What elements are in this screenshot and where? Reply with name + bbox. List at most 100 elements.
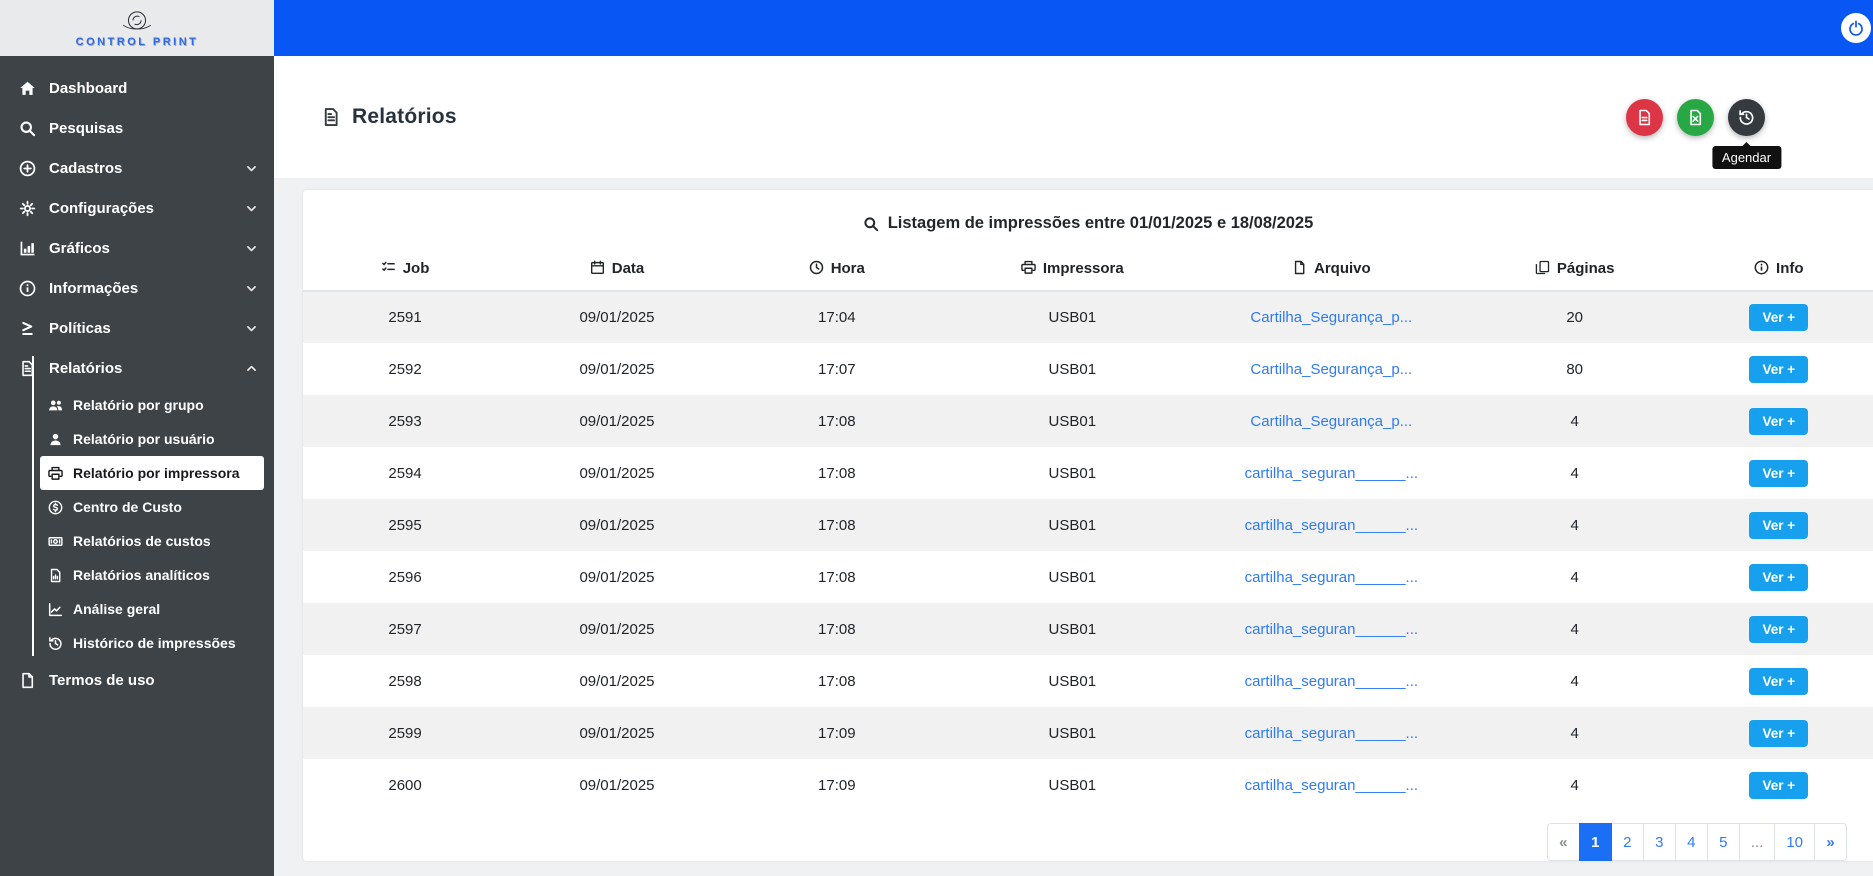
- column-label: Hora: [830, 260, 865, 277]
- file-link[interactable]: cartilha_seguran______...: [1245, 517, 1418, 534]
- plus-circle-icon: [19, 160, 36, 177]
- pages-cell: 4: [1570, 672, 1579, 690]
- pages-cell: 80: [1566, 360, 1583, 378]
- export-excel-button[interactable]: [1677, 98, 1714, 136]
- topbar: [0, 0, 1873, 56]
- ver-mais-button[interactable]: Ver +: [1749, 719, 1809, 747]
- sidebar-subitem-label: Relatório por usuário: [73, 431, 215, 447]
- money-bill-icon: [48, 534, 63, 549]
- ver-mais-button[interactable]: Ver +: [1749, 667, 1809, 695]
- info-cell: Ver +: [1685, 551, 1873, 603]
- sidebar-subitem-relatorios-analiticos[interactable]: Relatórios analíticos: [40, 558, 264, 592]
- file-link[interactable]: Cartilha_Segurança_p...: [1250, 361, 1412, 378]
- sidebar-item-informacoes[interactable]: Informações: [0, 268, 274, 308]
- file-link[interactable]: cartilha_seguran______...: [1245, 673, 1418, 690]
- file-cell: Cartilha_Segurança_p...: [1198, 291, 1465, 343]
- sidebar-item-graficos[interactable]: Gráficos: [0, 228, 274, 268]
- file-cell: cartilha_seguran______...: [1198, 707, 1465, 759]
- ver-mais-button[interactable]: Ver +: [1749, 615, 1809, 643]
- job-cell: 2598: [388, 672, 422, 690]
- column-header-info: Info: [1684, 247, 1873, 292]
- sidebar-item-pesquisas[interactable]: Pesquisas: [0, 108, 274, 148]
- sidebar-item-relatorios[interactable]: Relatórios: [0, 348, 274, 388]
- column-header-paginas: Páginas: [1464, 247, 1685, 292]
- pagination-page-5[interactable]: 5: [1706, 823, 1740, 861]
- file-link[interactable]: cartilha_seguran______...: [1245, 777, 1418, 794]
- file-link[interactable]: cartilha_seguran______...: [1245, 621, 1418, 638]
- sidebar-item-label: Cadastros: [49, 159, 123, 177]
- reports-card: Listagem de impressões entre 01/01/2025 …: [303, 190, 1873, 861]
- page-title-wrap: Relatórios: [321, 105, 457, 129]
- sidebar-subitem-label: Relatório por grupo: [73, 397, 204, 413]
- ver-mais-button[interactable]: Ver +: [1749, 355, 1809, 383]
- column-header-data: Data: [507, 247, 727, 292]
- sidebar-subitem-relatorios-de-custos[interactable]: Relatórios de custos: [40, 524, 264, 558]
- file-link[interactable]: Cartilha_Segurança_p...: [1250, 309, 1412, 326]
- pages-cell: 4: [1570, 516, 1579, 534]
- date-cell: 09/01/2025: [579, 620, 655, 638]
- file-link[interactable]: cartilha_seguran______...: [1245, 569, 1418, 586]
- file-link[interactable]: cartilha_seguran______...: [1245, 725, 1418, 742]
- ver-mais-button[interactable]: Ver +: [1749, 771, 1809, 799]
- sidebar-item-label: Políticas: [49, 319, 111, 337]
- column-label: Impressora: [1042, 260, 1124, 277]
- sidebar-item-configuracoes[interactable]: Configurações: [0, 188, 274, 228]
- table-row: 2594 09/01/2025 17:08 USB01 cartilha_seguran…: [303, 447, 1873, 499]
- pagination-first-button[interactable]: «: [1546, 823, 1580, 861]
- printer-cell: USB01: [1048, 360, 1097, 378]
- sidebar-item-politicas[interactable]: Políticas: [0, 308, 274, 348]
- pagination-page-1[interactable]: 1: [1578, 823, 1612, 861]
- export-pdf-button[interactable]: [1626, 98, 1663, 136]
- table-row: 2600 09/01/2025 17:09 USB01 cartilha_seguran…: [303, 759, 1873, 811]
- printer-cell: USB01: [1048, 516, 1097, 534]
- pagination-page-3[interactable]: 3: [1642, 823, 1676, 861]
- printer-cell: USB01: [1048, 724, 1097, 742]
- schedule-button[interactable]: [1728, 98, 1765, 136]
- pagination-last-button[interactable]: »: [1814, 823, 1847, 861]
- file-cell: Cartilha_Segurança_p...: [1198, 395, 1465, 447]
- info-icon: [1754, 260, 1769, 275]
- column-label: Páginas: [1556, 260, 1615, 277]
- info-cell: Ver +: [1685, 395, 1873, 447]
- time-cell: 17:09: [818, 724, 856, 742]
- printer-cell: USB01: [1048, 464, 1097, 482]
- table-header-row: Job Data Hora Impressora Arquivo Páginas Info: [303, 247, 1873, 292]
- pagination-page-2[interactable]: 2: [1610, 823, 1644, 861]
- ver-mais-button[interactable]: Ver +: [1749, 563, 1809, 591]
- sidebar-subitem-relatorio-por-grupo[interactable]: Relatório por grupo: [40, 388, 264, 422]
- sidebar-subitem-relatorio-por-impressora[interactable]: Relatório por impressora: [40, 456, 264, 490]
- schedule-clock-icon: [1738, 109, 1755, 126]
- pagination-page-10[interactable]: 10: [1774, 823, 1815, 861]
- user-icon: [48, 432, 63, 447]
- printer-cell: USB01: [1048, 412, 1097, 430]
- table-row: 2595 09/01/2025 17:08 USB01 cartilha_seguran…: [303, 499, 1873, 551]
- power-button[interactable]: [1841, 13, 1871, 43]
- sidebar-subitem-label: Relatórios analíticos: [73, 567, 210, 583]
- sidebar-item-cadastros[interactable]: Cadastros: [0, 148, 274, 188]
- sidebar-subitem-relatorio-por-usuario[interactable]: Relatório por usuário: [40, 422, 264, 456]
- file-link[interactable]: Cartilha_Segurança_p...: [1250, 413, 1412, 430]
- sidebar-item-termos-de-uso[interactable]: Termos de uso: [0, 660, 274, 700]
- sidebar-subitem-label: Relatórios de custos: [73, 533, 211, 549]
- sidebar-subitem-analise-geral[interactable]: Análise geral: [40, 592, 264, 626]
- ver-mais-button[interactable]: Ver +: [1749, 407, 1809, 435]
- time-cell: 17:08: [818, 412, 856, 430]
- sidebar-subitem-centro-de-custo[interactable]: Centro de Custo: [40, 490, 264, 524]
- ver-mais-button[interactable]: Ver +: [1749, 511, 1809, 539]
- pagination-page-4[interactable]: 4: [1674, 823, 1708, 861]
- file-link[interactable]: cartilha_seguran______...: [1245, 465, 1418, 482]
- printer-cell: USB01: [1048, 672, 1097, 690]
- table-row: 2592 09/01/2025 17:07 USB01 Cartilha_Seguran…: [303, 343, 1873, 395]
- printer-icon: [1021, 260, 1036, 275]
- file-cell: Cartilha_Segurança_p...: [1198, 343, 1465, 395]
- file-cell: cartilha_seguran______...: [1198, 499, 1465, 551]
- search-icon: [863, 216, 879, 232]
- sidebar-item-dashboard[interactable]: Dashboard: [0, 68, 274, 108]
- pages-cell: 20: [1566, 309, 1583, 326]
- table-row: 2598 09/01/2025 17:08 USB01 cartilha_seguran…: [303, 655, 1873, 707]
- sidebar-subitem-historico-de-impressoes[interactable]: Histórico de impressões: [40, 626, 264, 660]
- sidebar-subitem-label: Relatório por impressora: [73, 465, 240, 481]
- ver-mais-button[interactable]: Ver +: [1749, 304, 1809, 331]
- ver-mais-button[interactable]: Ver +: [1749, 459, 1809, 487]
- job-cell: 2591: [388, 309, 422, 326]
